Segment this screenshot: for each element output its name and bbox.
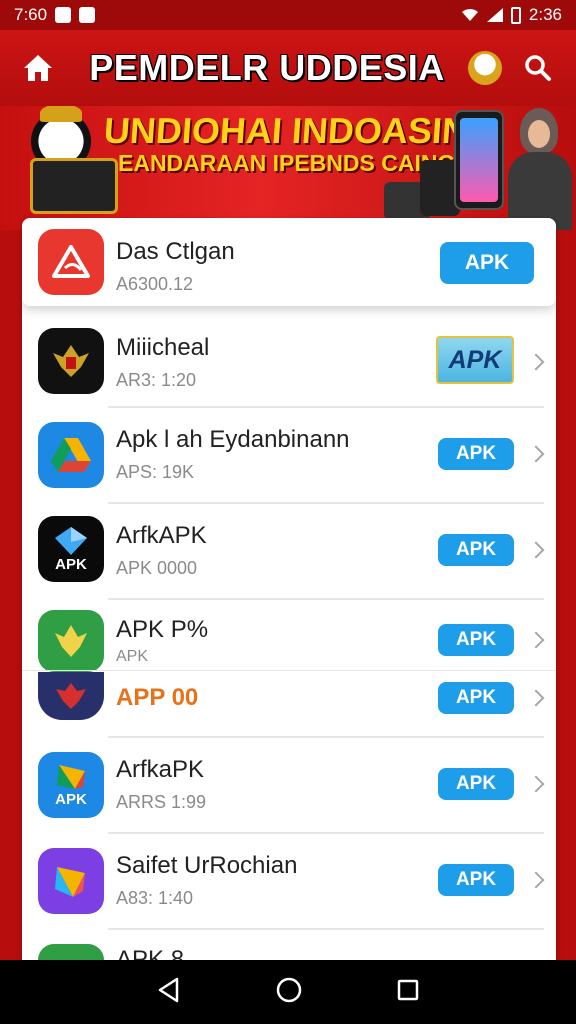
smartphone-icon (454, 110, 504, 210)
app-subtitle: A83: 1:40 (116, 888, 194, 908)
green-garuda-icon (38, 610, 104, 672)
purple-kite-icon (38, 848, 104, 914)
mascot-icon (468, 51, 502, 85)
chevron-right-icon (527, 353, 545, 371)
status-time-left: 7:60 (14, 5, 48, 24)
app-name: Apk l ah Eydanbinann (116, 426, 350, 453)
list-item[interactable]: APP 00 APK (22, 672, 556, 734)
wifi-icon (461, 8, 478, 21)
garuda-emblem-icon (38, 328, 104, 394)
notification-icon-2 (79, 7, 96, 23)
slot-machine-icon (30, 158, 118, 214)
banner-headline: UNDIOHAI INDOASIN (102, 110, 470, 151)
recents-square-icon (397, 979, 418, 1000)
apk-download-button[interactable]: APK (440, 242, 534, 284)
app-name: APK 8 (116, 946, 185, 960)
app-subtitle: APS: 19K (116, 462, 195, 482)
list-item[interactable]: Das Ctlgan A6300.12 APK (22, 218, 556, 306)
list-item[interactable]: APK ArfkAPK APK 0000 APK (22, 508, 556, 598)
divider (108, 502, 544, 504)
icon-label: APK (55, 790, 87, 808)
app-name: ArfkAPK (116, 522, 207, 549)
apk-download-button[interactable]: APK (438, 624, 514, 656)
app-header: PEMDELR UDDESIA (0, 30, 576, 106)
divider (108, 736, 544, 738)
list-item[interactable]: Apk l ah Eydanbinann APS: 19K APK (22, 412, 556, 502)
divider (108, 928, 544, 930)
divider (22, 670, 556, 671)
list-item[interactable]: Miiicheal AR3: 1:20 APK (22, 318, 556, 406)
app-name: ArfkaPK (116, 756, 205, 783)
system-nav-bar (0, 960, 576, 1024)
notification-icon (55, 7, 72, 23)
chevron-right-icon (527, 689, 545, 707)
app-name: Miiicheal (116, 334, 210, 361)
back-triangle-icon (159, 977, 179, 1002)
divider (108, 598, 544, 600)
search-icon (525, 55, 551, 81)
icon-label: APK (55, 555, 87, 573)
app-list: Das Ctlgan A6300.12 APK Miiicheal AR3: 1… (22, 218, 556, 960)
app-name: Das Ctlgan (116, 238, 235, 265)
home-button[interactable] (20, 50, 56, 86)
app-subtitle: APK (116, 648, 149, 665)
chevron-right-icon (527, 775, 545, 793)
app-name: APP 00 (116, 684, 199, 711)
apk-badge-button[interactable]: APK (436, 336, 514, 384)
chevron-right-icon (527, 871, 545, 889)
promo-banner[interactable]: UNDIOHAI INDOASIN EANDARAAN IPEBNDS CAIN… (0, 106, 576, 230)
back-button[interactable] (157, 977, 181, 1008)
chevron-right-icon (527, 541, 545, 559)
list-item[interactable]: APK P% APK APK (22, 604, 556, 672)
home-icon (24, 55, 52, 81)
page-title: PEMDELR UDDESIA (89, 47, 445, 88)
presenter-image (508, 106, 572, 230)
apk-download-button[interactable]: APK (438, 534, 514, 566)
app-subtitle: ARRS 1:99 (116, 792, 207, 812)
apk-diamond-icon: APK (38, 516, 104, 582)
face-shape (528, 120, 550, 148)
triangle-app-icon (38, 229, 104, 295)
chevron-right-icon (527, 631, 545, 649)
home-circle-icon (276, 977, 302, 1002)
drive-triangle-icon (38, 422, 104, 488)
home-nav-button[interactable] (276, 977, 302, 1008)
app-subtitle: AR3: 1:20 (116, 370, 197, 390)
list-item[interactable]: Saifet UrRochian A83: 1:40 APK (22, 838, 556, 928)
list-item[interactable]: APK 8 (22, 934, 556, 960)
apk-download-button[interactable]: APK (438, 682, 514, 714)
search-button[interactable] (520, 50, 556, 86)
app-name: APK P% (116, 616, 209, 643)
battery-icon (510, 6, 521, 24)
apk-kite-icon: APK (38, 752, 104, 818)
status-left: 7:60 (14, 5, 96, 25)
app-subtitle: APK 0000 (116, 558, 198, 578)
green-partial-icon (38, 944, 104, 960)
app-name: Saifet UrRochian (116, 852, 298, 879)
status-time-right: 2:36 (528, 5, 562, 24)
signal-icon (486, 8, 503, 22)
red-garuda-icon (38, 672, 104, 720)
chevron-right-icon (527, 445, 545, 463)
divider (108, 406, 544, 408)
apk-download-button[interactable]: APK (438, 438, 514, 470)
apk-download-button[interactable]: APK (438, 768, 514, 800)
mascot-hat-icon (40, 106, 82, 122)
status-bar: 7:60 2:36 (0, 0, 576, 30)
list-item[interactable]: APK ArfkaPK ARRS 1:99 APK (22, 742, 556, 832)
apk-download-button[interactable]: APK (438, 864, 514, 896)
status-right: 2:36 (461, 5, 562, 25)
app-subtitle: A6300.12 (116, 274, 194, 294)
divider (108, 832, 544, 834)
recents-button[interactable] (397, 979, 419, 1006)
